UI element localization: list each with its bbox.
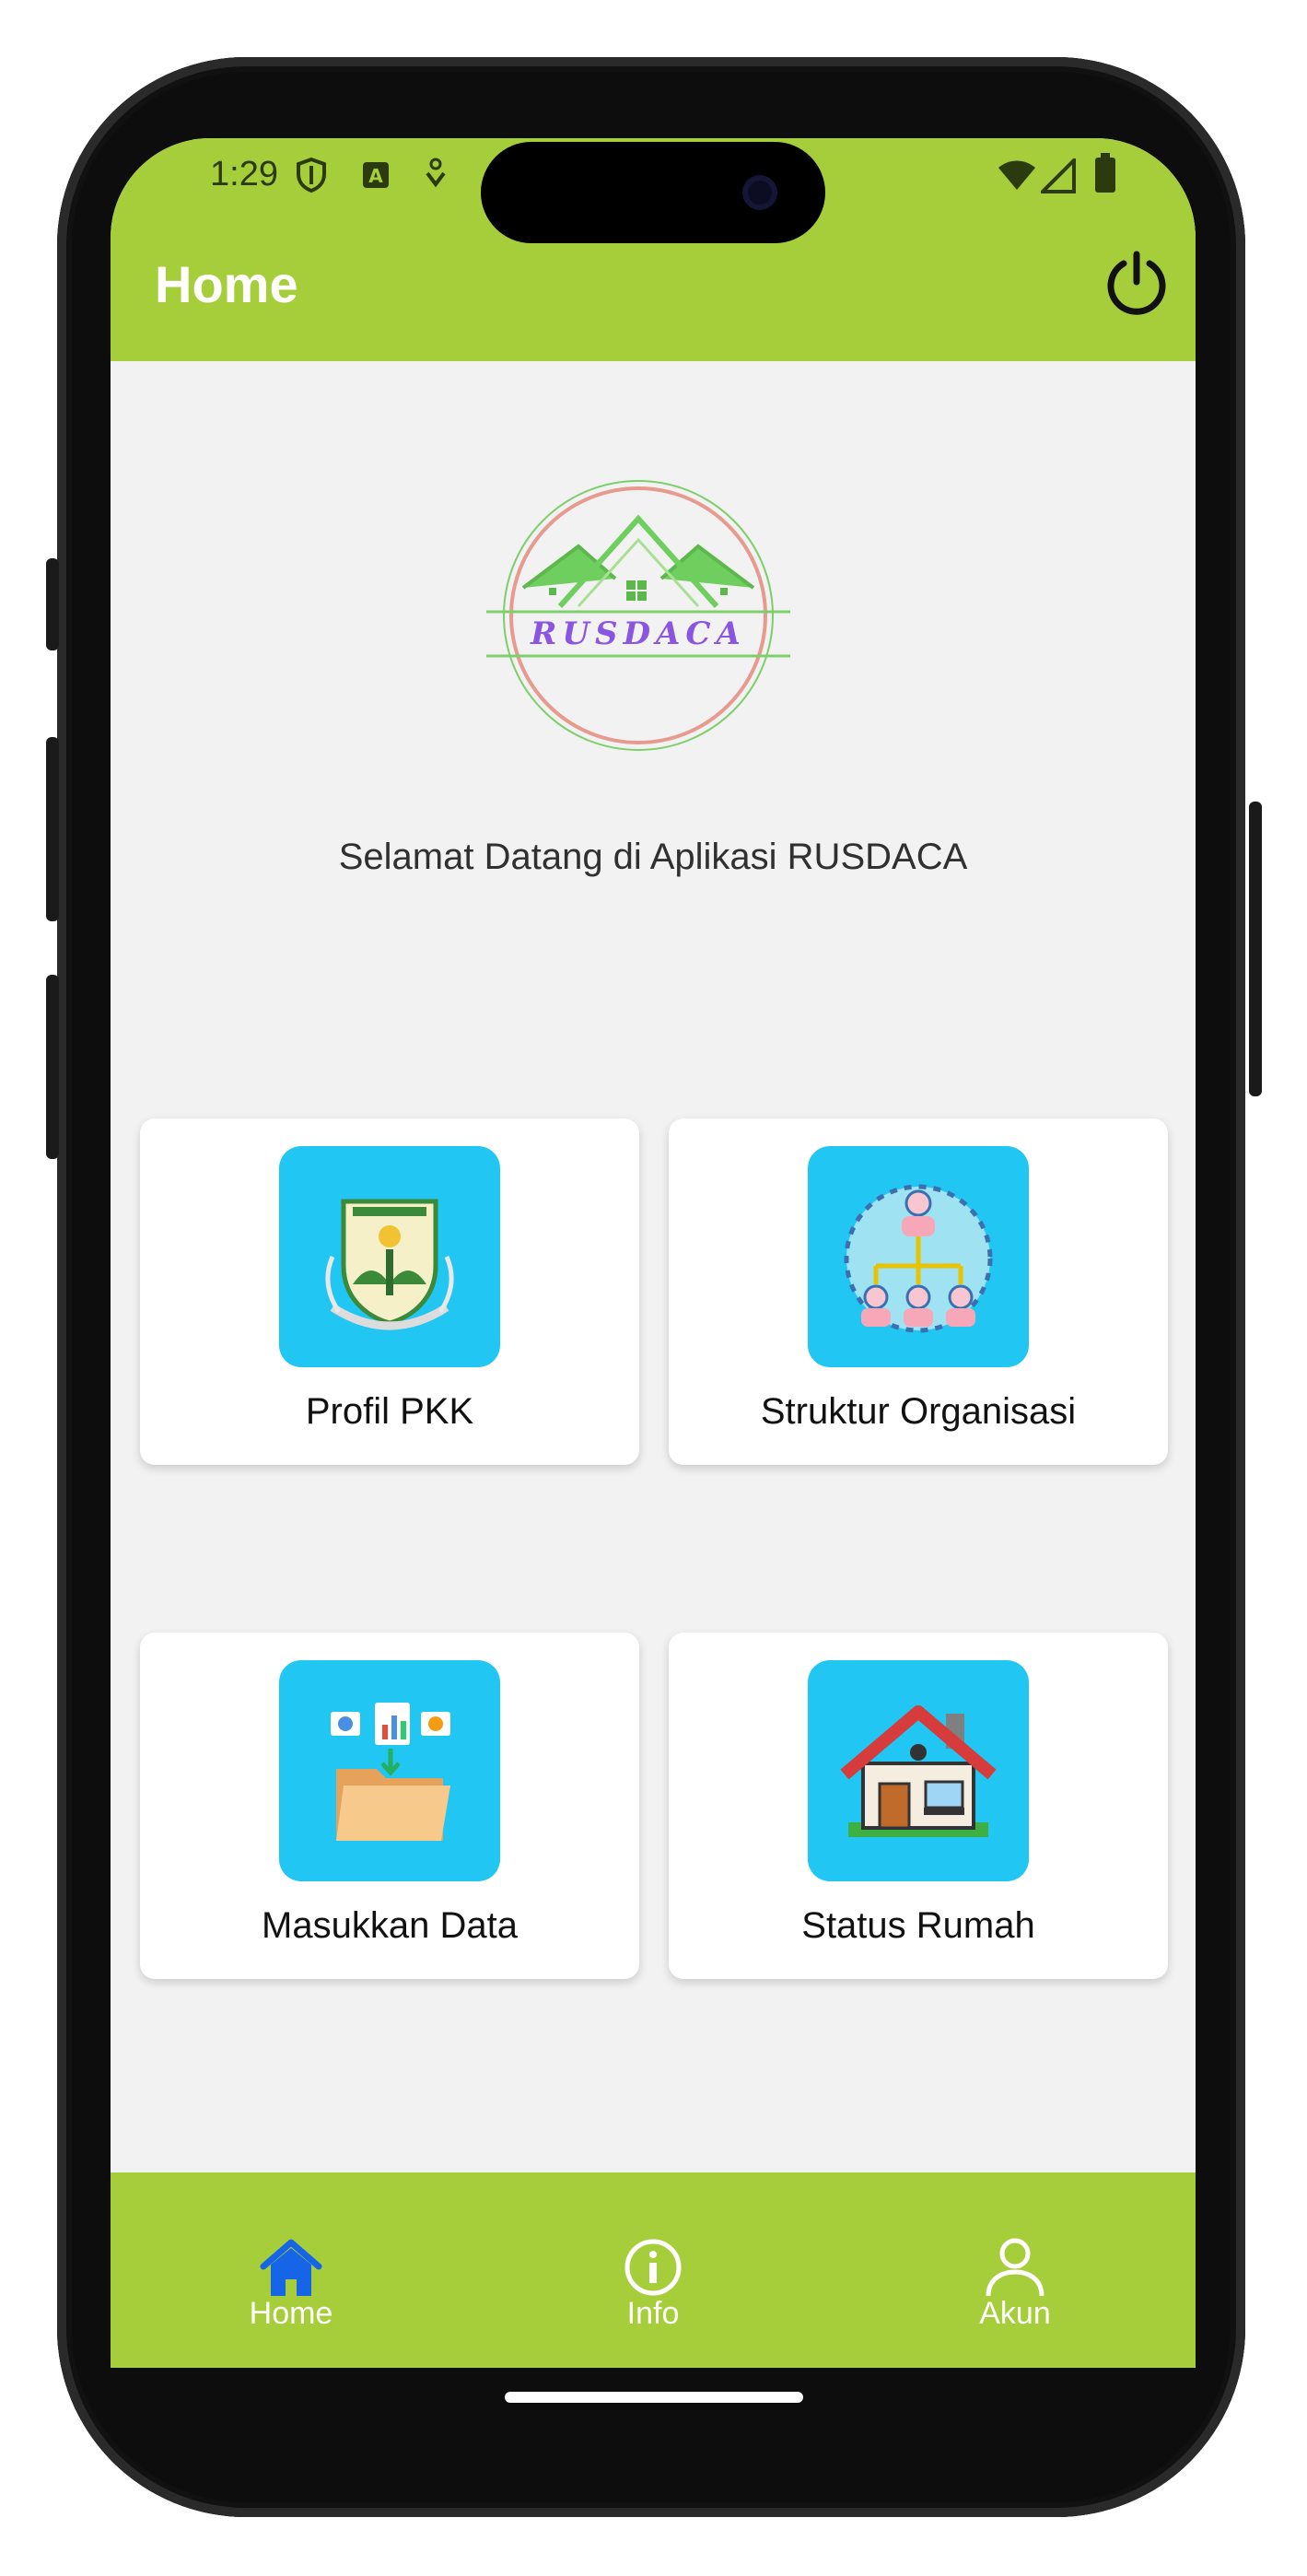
app-bar: 1:29 A Home — [111, 138, 1196, 361]
card-label: Status Rumah — [801, 1905, 1035, 1946]
bottom-navigation: Home Info Akun — [111, 2172, 1196, 2368]
card-profil-pkk[interactable]: Profil PKK — [140, 1118, 639, 1465]
phone-silent-switch — [46, 558, 59, 650]
card-label: Struktur Organisasi — [760, 1391, 1077, 1432]
card-struktur-organisasi[interactable]: Struktur Organisasi — [669, 1118, 1168, 1465]
welcome-text: Selamat Datang di Aplikasi RUSDACA — [338, 837, 968, 877]
card-status-rumah[interactable]: Status Rumah — [669, 1633, 1168, 1979]
card-icon-tile — [279, 1146, 500, 1367]
app-a-icon: A — [363, 162, 389, 188]
user-icon — [986, 2238, 1044, 2297]
house-icon — [840, 1705, 997, 1837]
notification-icon — [426, 158, 446, 188]
nav-label: Akun — [979, 2296, 1051, 2331]
nav-label: Home — [249, 2296, 333, 2331]
nav-home[interactable]: Home — [171, 2237, 411, 2357]
info-icon — [624, 2239, 682, 2296]
card-icon-tile — [279, 1660, 500, 1881]
folder-data-icon — [331, 1703, 450, 1841]
org-chart-icon — [844, 1184, 993, 1333]
emblem-icon — [325, 1199, 454, 1330]
app-screen: 1:29 A Home RUSDACA Selamat Datang di Ap… — [111, 138, 1196, 2368]
signal-icon — [1041, 158, 1076, 193]
nav-akun[interactable]: Akun — [895, 2237, 1135, 2357]
svg-text:A: A — [368, 165, 383, 187]
wifi-icon — [998, 160, 1035, 190]
card-icon-tile — [808, 1660, 1029, 1881]
phone-volume-down — [46, 975, 59, 1159]
phone-power-button — [1249, 802, 1262, 1096]
nav-info[interactable]: Info — [533, 2237, 773, 2357]
page-title: Home — [155, 255, 298, 313]
home-icon — [260, 2239, 322, 2296]
card-label: Masukkan Data — [262, 1905, 518, 1946]
rusdaca-logo: RUSDACA — [486, 480, 790, 751]
battery-icon — [1095, 153, 1115, 193]
card-label: Profil PKK — [305, 1391, 474, 1432]
phone-volume-up — [46, 737, 59, 921]
power-icon[interactable] — [1102, 249, 1172, 319]
card-icon-tile — [808, 1146, 1029, 1367]
logo-text: RUSDACA — [530, 615, 746, 652]
status-time: 1:29 — [210, 155, 278, 193]
nav-label: Info — [626, 2296, 680, 2331]
shield-icon — [297, 157, 326, 193]
card-masukkan-data[interactable]: Masukkan Data — [140, 1633, 639, 1979]
front-camera — [742, 175, 777, 210]
home-indicator[interactable] — [505, 2392, 803, 2403]
